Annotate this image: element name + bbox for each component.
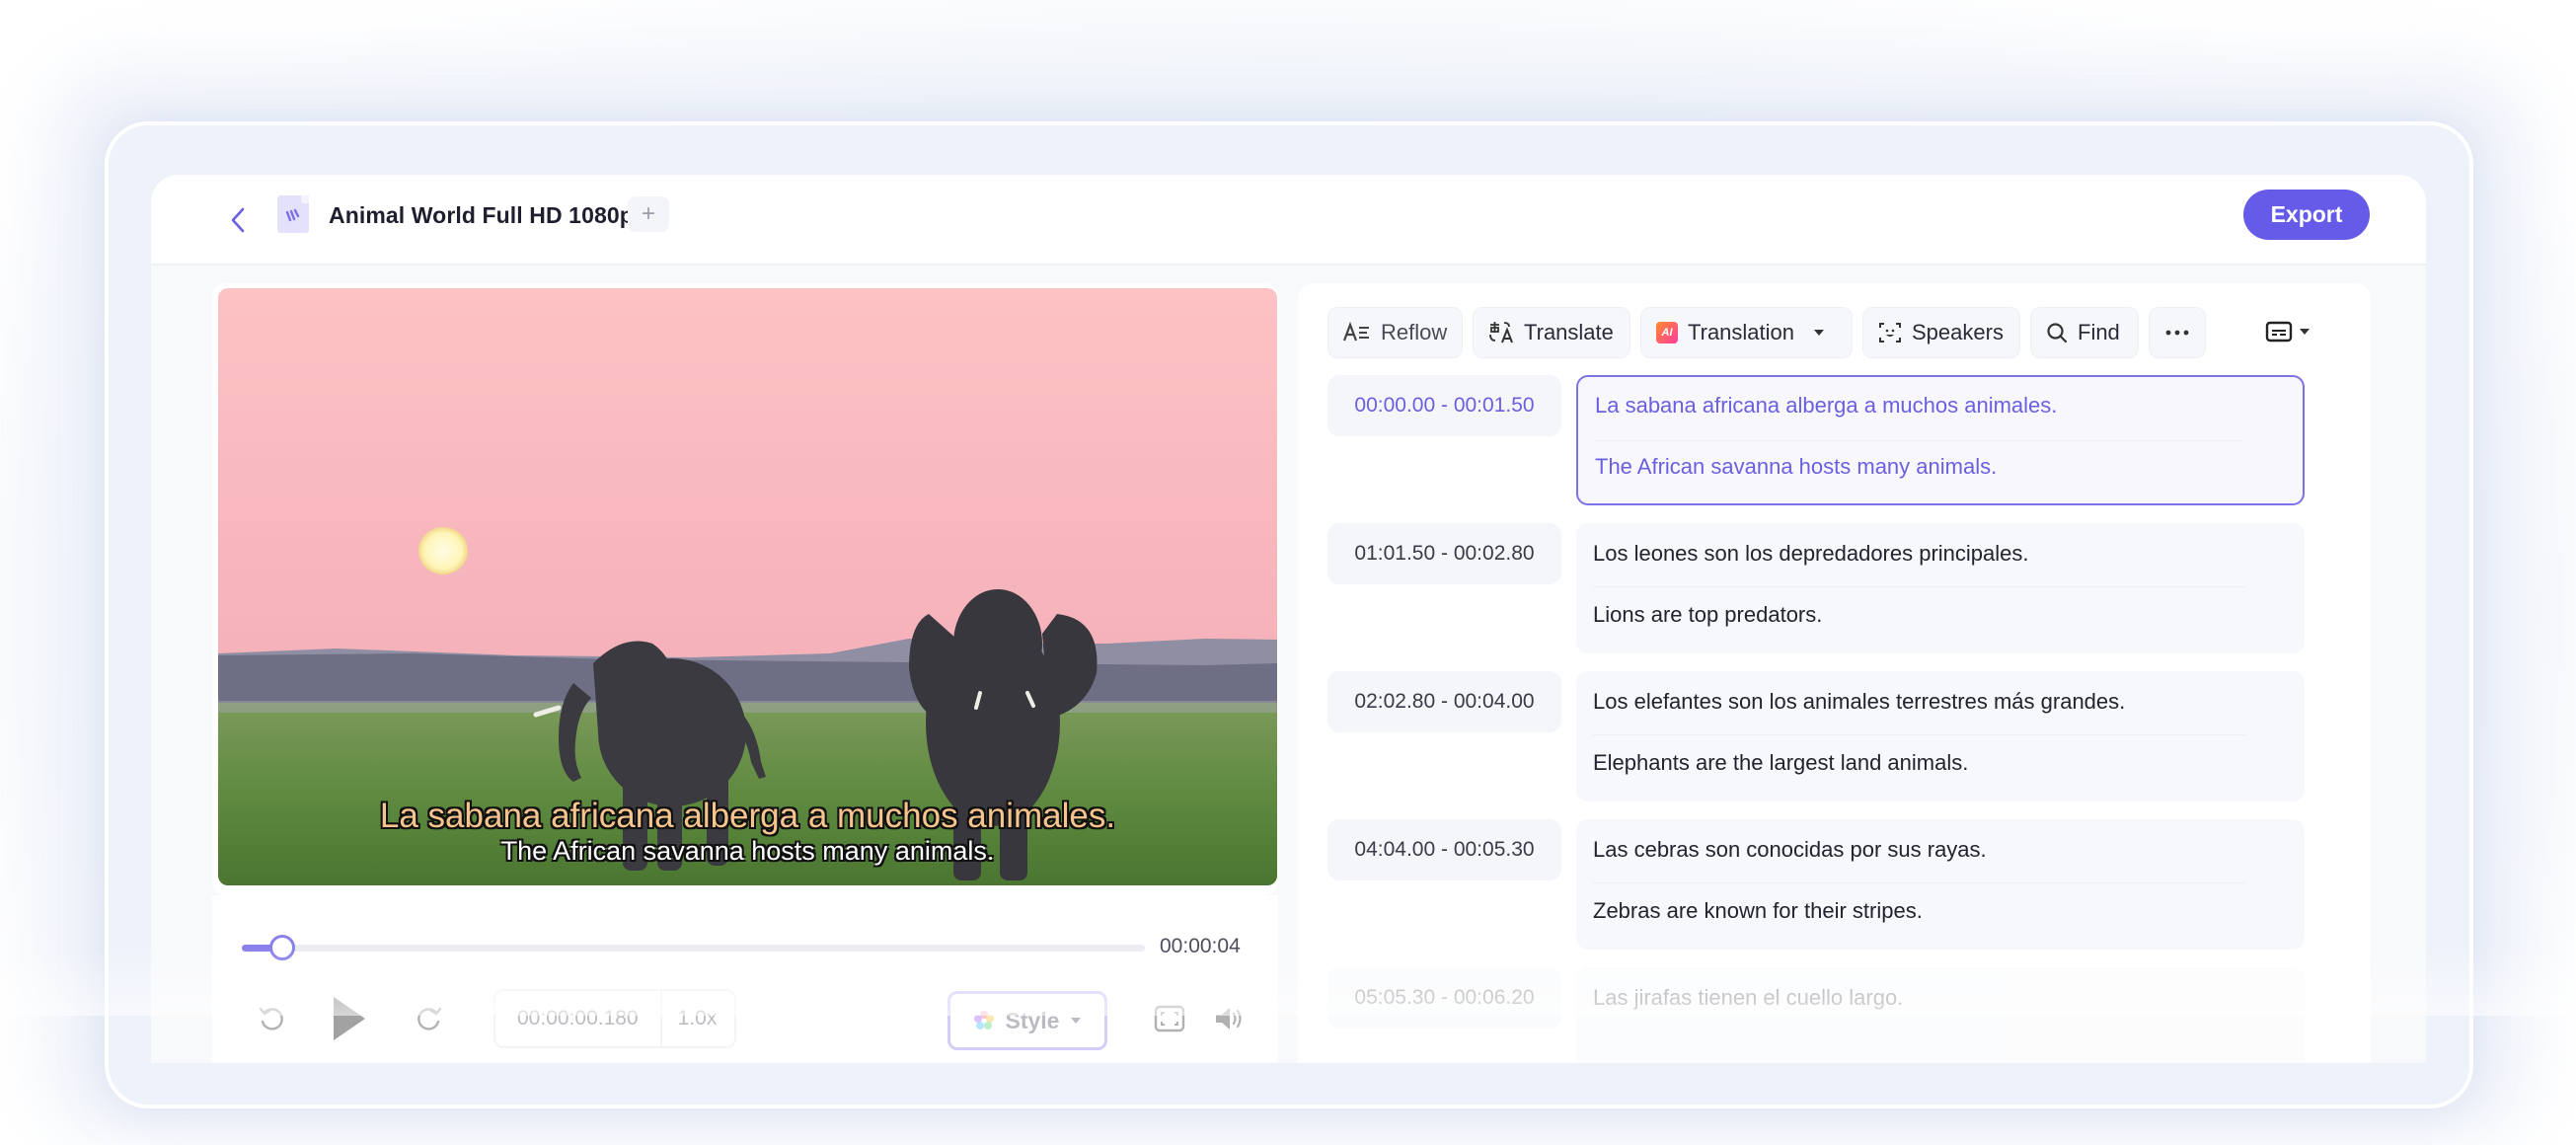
reflow-label: Reflow — [1381, 320, 1448, 344]
player-controls: 00:00:04 00:00:00.180 1.0x Style — [212, 895, 1278, 1063]
playback-speed-select[interactable]: 1.0x — [662, 1007, 733, 1030]
more-horizontal-icon — [2165, 330, 2189, 336]
search-icon — [2046, 322, 2068, 344]
time-speed-group: 00:00:00.180 1.0x — [493, 989, 736, 1048]
palette-flower-icon — [973, 1011, 994, 1030]
subtitle-cue-editor[interactable]: La sabana africana alberga a muchos anim… — [1576, 375, 2305, 505]
translation-dropdown[interactable]: AI Translation — [1640, 307, 1853, 358]
volume-button[interactable] — [1209, 999, 1249, 1038]
file-title: Animal World Full HD 1080p — [329, 202, 634, 228]
reflow-button[interactable]: Reflow — [1327, 307, 1463, 358]
closed-caption-icon — [2265, 321, 2293, 343]
fullscreen-icon — [1154, 1005, 1185, 1032]
subtitle-overlay-secondary: The African savanna hosts many animals. — [500, 836, 995, 866]
video-file-icon — [277, 195, 309, 233]
subtitle-cue-editor[interactable]: Los leones son los depredadores principa… — [1576, 523, 2305, 653]
cue-divider — [1595, 440, 2243, 441]
forward-button[interactable] — [410, 999, 449, 1038]
ai-translation-icon: AI — [1656, 322, 1678, 344]
volume-icon — [1216, 1008, 1242, 1030]
seek-bar[interactable] — [242, 935, 1145, 960]
caret-down-icon — [2300, 329, 2310, 335]
source-text[interactable]: La sabana africana alberga a muchos anim… — [1595, 393, 2057, 419]
cue-divider — [1593, 586, 2245, 587]
subtitle-timestamp[interactable]: 01:01.50 - 00:02.80 — [1327, 523, 1561, 584]
chevron-left-icon — [231, 207, 245, 233]
current-time-field[interactable]: 00:00:00.180 — [495, 991, 662, 1046]
translation-text[interactable]: The African savanna hosts many animals. — [1595, 454, 1997, 480]
more-options-button[interactable] — [2149, 307, 2206, 358]
speaker-detect-icon — [1878, 321, 1902, 344]
translation-label: Translation — [1688, 320, 1795, 344]
rewind-button[interactable] — [252, 999, 291, 1038]
cue-divider — [1593, 734, 2245, 735]
speakers-label: Speakers — [1912, 320, 2004, 344]
speakers-button[interactable]: Speakers — [1862, 307, 2020, 358]
source-text[interactable]: Los elefantes son los animales terrestre… — [1593, 689, 2125, 715]
seek-bar-thumb[interactable] — [269, 935, 296, 960]
subtitle-editor-app: Animal World Full HD 1080p + Export La s… — [151, 175, 2426, 1063]
text-reflow-icon — [1343, 322, 1371, 344]
find-label: Find — [2078, 320, 2120, 344]
playback-controls-row: 00:00:00.180 1.0x Style — [212, 989, 1278, 1050]
subtitle-timestamp[interactable]: 00:00.00 - 00:01.50 — [1327, 375, 1561, 436]
caption-display-dropdown[interactable] — [2265, 321, 2311, 343]
video-preview[interactable]: La sabana africana alberga a muchos anim… — [218, 288, 1277, 885]
translation-text[interactable]: Zebras are known for their stripes. — [1593, 898, 1923, 924]
play-icon — [333, 996, 365, 1040]
video-duration: 00:00:04 — [1160, 935, 1241, 957]
rotate-cw-icon — [417, 1007, 442, 1030]
play-button[interactable] — [326, 991, 370, 1045]
subtitle-timestamp[interactable]: 04:04.00 - 00:05.30 — [1327, 819, 1561, 880]
subtitle-style-dropdown[interactable]: Style — [947, 991, 1107, 1050]
top-header: Animal World Full HD 1080p + Export — [151, 175, 2426, 266]
style-label: Style — [1005, 1007, 1060, 1033]
subtitle-cue-editor[interactable]: Los elefantes son los animales terrestre… — [1576, 671, 2305, 802]
add-tab-button[interactable]: + — [628, 196, 669, 232]
cue-divider — [1593, 882, 2245, 883]
caret-down-icon — [1814, 330, 1825, 336]
subtitle-timestamp[interactable]: 02:02.80 - 00:04.00 — [1327, 671, 1561, 732]
translate-icon — [1488, 321, 1514, 344]
fullscreen-button[interactable] — [1150, 999, 1189, 1038]
translation-text[interactable]: Elephants are the largest land animals. — [1593, 750, 1968, 776]
subtitle-overlay-primary: La sabana africana alberga a muchos anim… — [379, 797, 1116, 835]
subtitle-cue-editor[interactable]: Las cebras son conocidas por sus rayas. … — [1576, 819, 2305, 950]
translate-label: Translate — [1524, 320, 1614, 344]
subtitle-timestamp[interactable]: 05:05.30 - 00:06.20 — [1327, 967, 1561, 1029]
source-text[interactable]: Las jirafas tienen el cuello largo. — [1593, 985, 1903, 1011]
translation-text[interactable]: Lions are top predators. — [1593, 602, 1822, 628]
source-text[interactable]: Las cebras son conocidas por sus rayas. — [1593, 837, 1987, 863]
export-button[interactable]: Export — [2243, 190, 2370, 240]
back-button[interactable] — [220, 200, 256, 240]
source-text[interactable]: Los leones son los depredadores principa… — [1593, 541, 2029, 567]
translate-button[interactable]: Translate — [1473, 307, 1630, 358]
subtitle-panel: Reflow Translate AI Translation Speakers — [1298, 283, 2371, 1063]
caret-down-icon — [1071, 1018, 1082, 1024]
rotate-ccw-icon — [259, 1007, 283, 1030]
find-button[interactable]: Find — [2030, 307, 2139, 358]
sun — [418, 527, 468, 574]
